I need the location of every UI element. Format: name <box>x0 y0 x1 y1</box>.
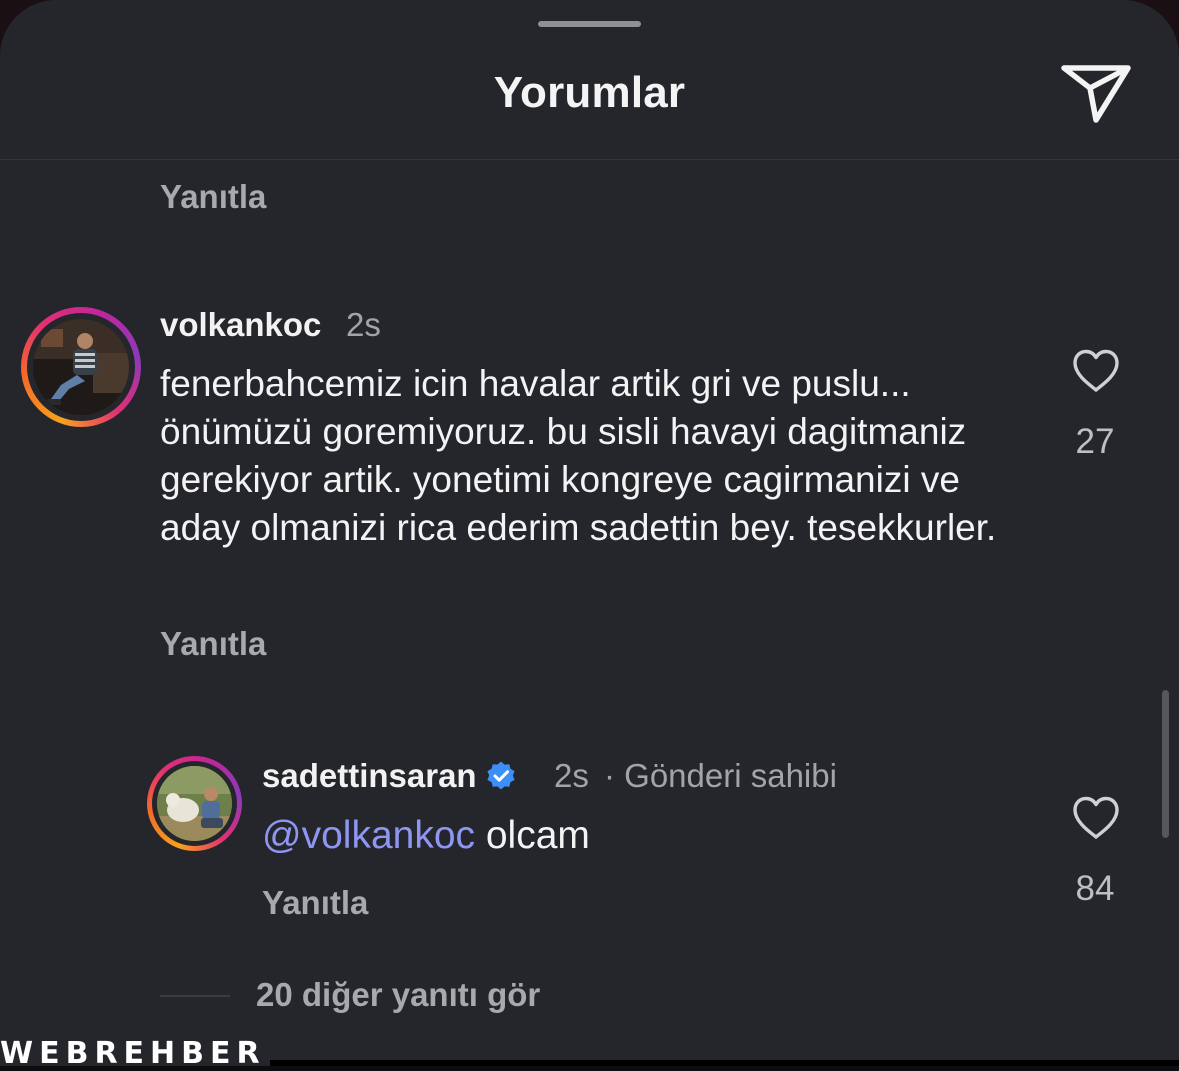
sheet-grabber[interactable] <box>538 21 641 27</box>
page-title: Yorumlar <box>493 68 686 117</box>
verified-badge-icon <box>486 761 515 790</box>
reply-body: olcam <box>485 814 590 857</box>
reply-button[interactable]: Yanıtla <box>262 884 368 922</box>
reply-username-row[interactable]: sadettinsaran <box>262 757 523 795</box>
comment-text: fenerbahcemiz icin havalar artik gri ve … <box>160 363 997 548</box>
reply-button[interactable]: Yanıtla <box>160 625 266 663</box>
paper-plane-icon[interactable] <box>1058 58 1136 128</box>
heart-icon[interactable] <box>1071 348 1121 394</box>
reply-button[interactable]: Yanıtla <box>160 178 266 216</box>
avatar[interactable] <box>157 766 232 841</box>
heart-icon[interactable] <box>1071 795 1121 841</box>
comments-sheet: Yorumlar Yanıtla volkankoc 2s fenerbahce… <box>0 0 1179 1066</box>
like-count: 84 <box>1075 869 1115 908</box>
avatar[interactable] <box>33 319 129 415</box>
thread-line <box>160 995 230 997</box>
scrollbar[interactable] <box>1162 690 1169 838</box>
like-count: 27 <box>1075 422 1115 461</box>
comment-username[interactable]: volkankoc <box>160 306 321 344</box>
header-divider <box>0 159 1179 160</box>
comment-time: 2s <box>346 306 381 343</box>
bottom-edge <box>270 1060 1179 1066</box>
watermark-logo: WEBREHBER <box>0 1036 266 1071</box>
reply-text: @volkankoc olcam <box>262 812 1122 860</box>
reply-time: 2s <box>554 757 589 794</box>
view-more-replies-button[interactable]: 20 diğer yanıtı gör <box>256 976 540 1014</box>
post-owner-label: · Gönderi sahibi <box>604 757 837 794</box>
reply-username[interactable]: sadettinsaran <box>262 757 477 794</box>
mention-link[interactable]: @volkankoc <box>262 814 475 857</box>
